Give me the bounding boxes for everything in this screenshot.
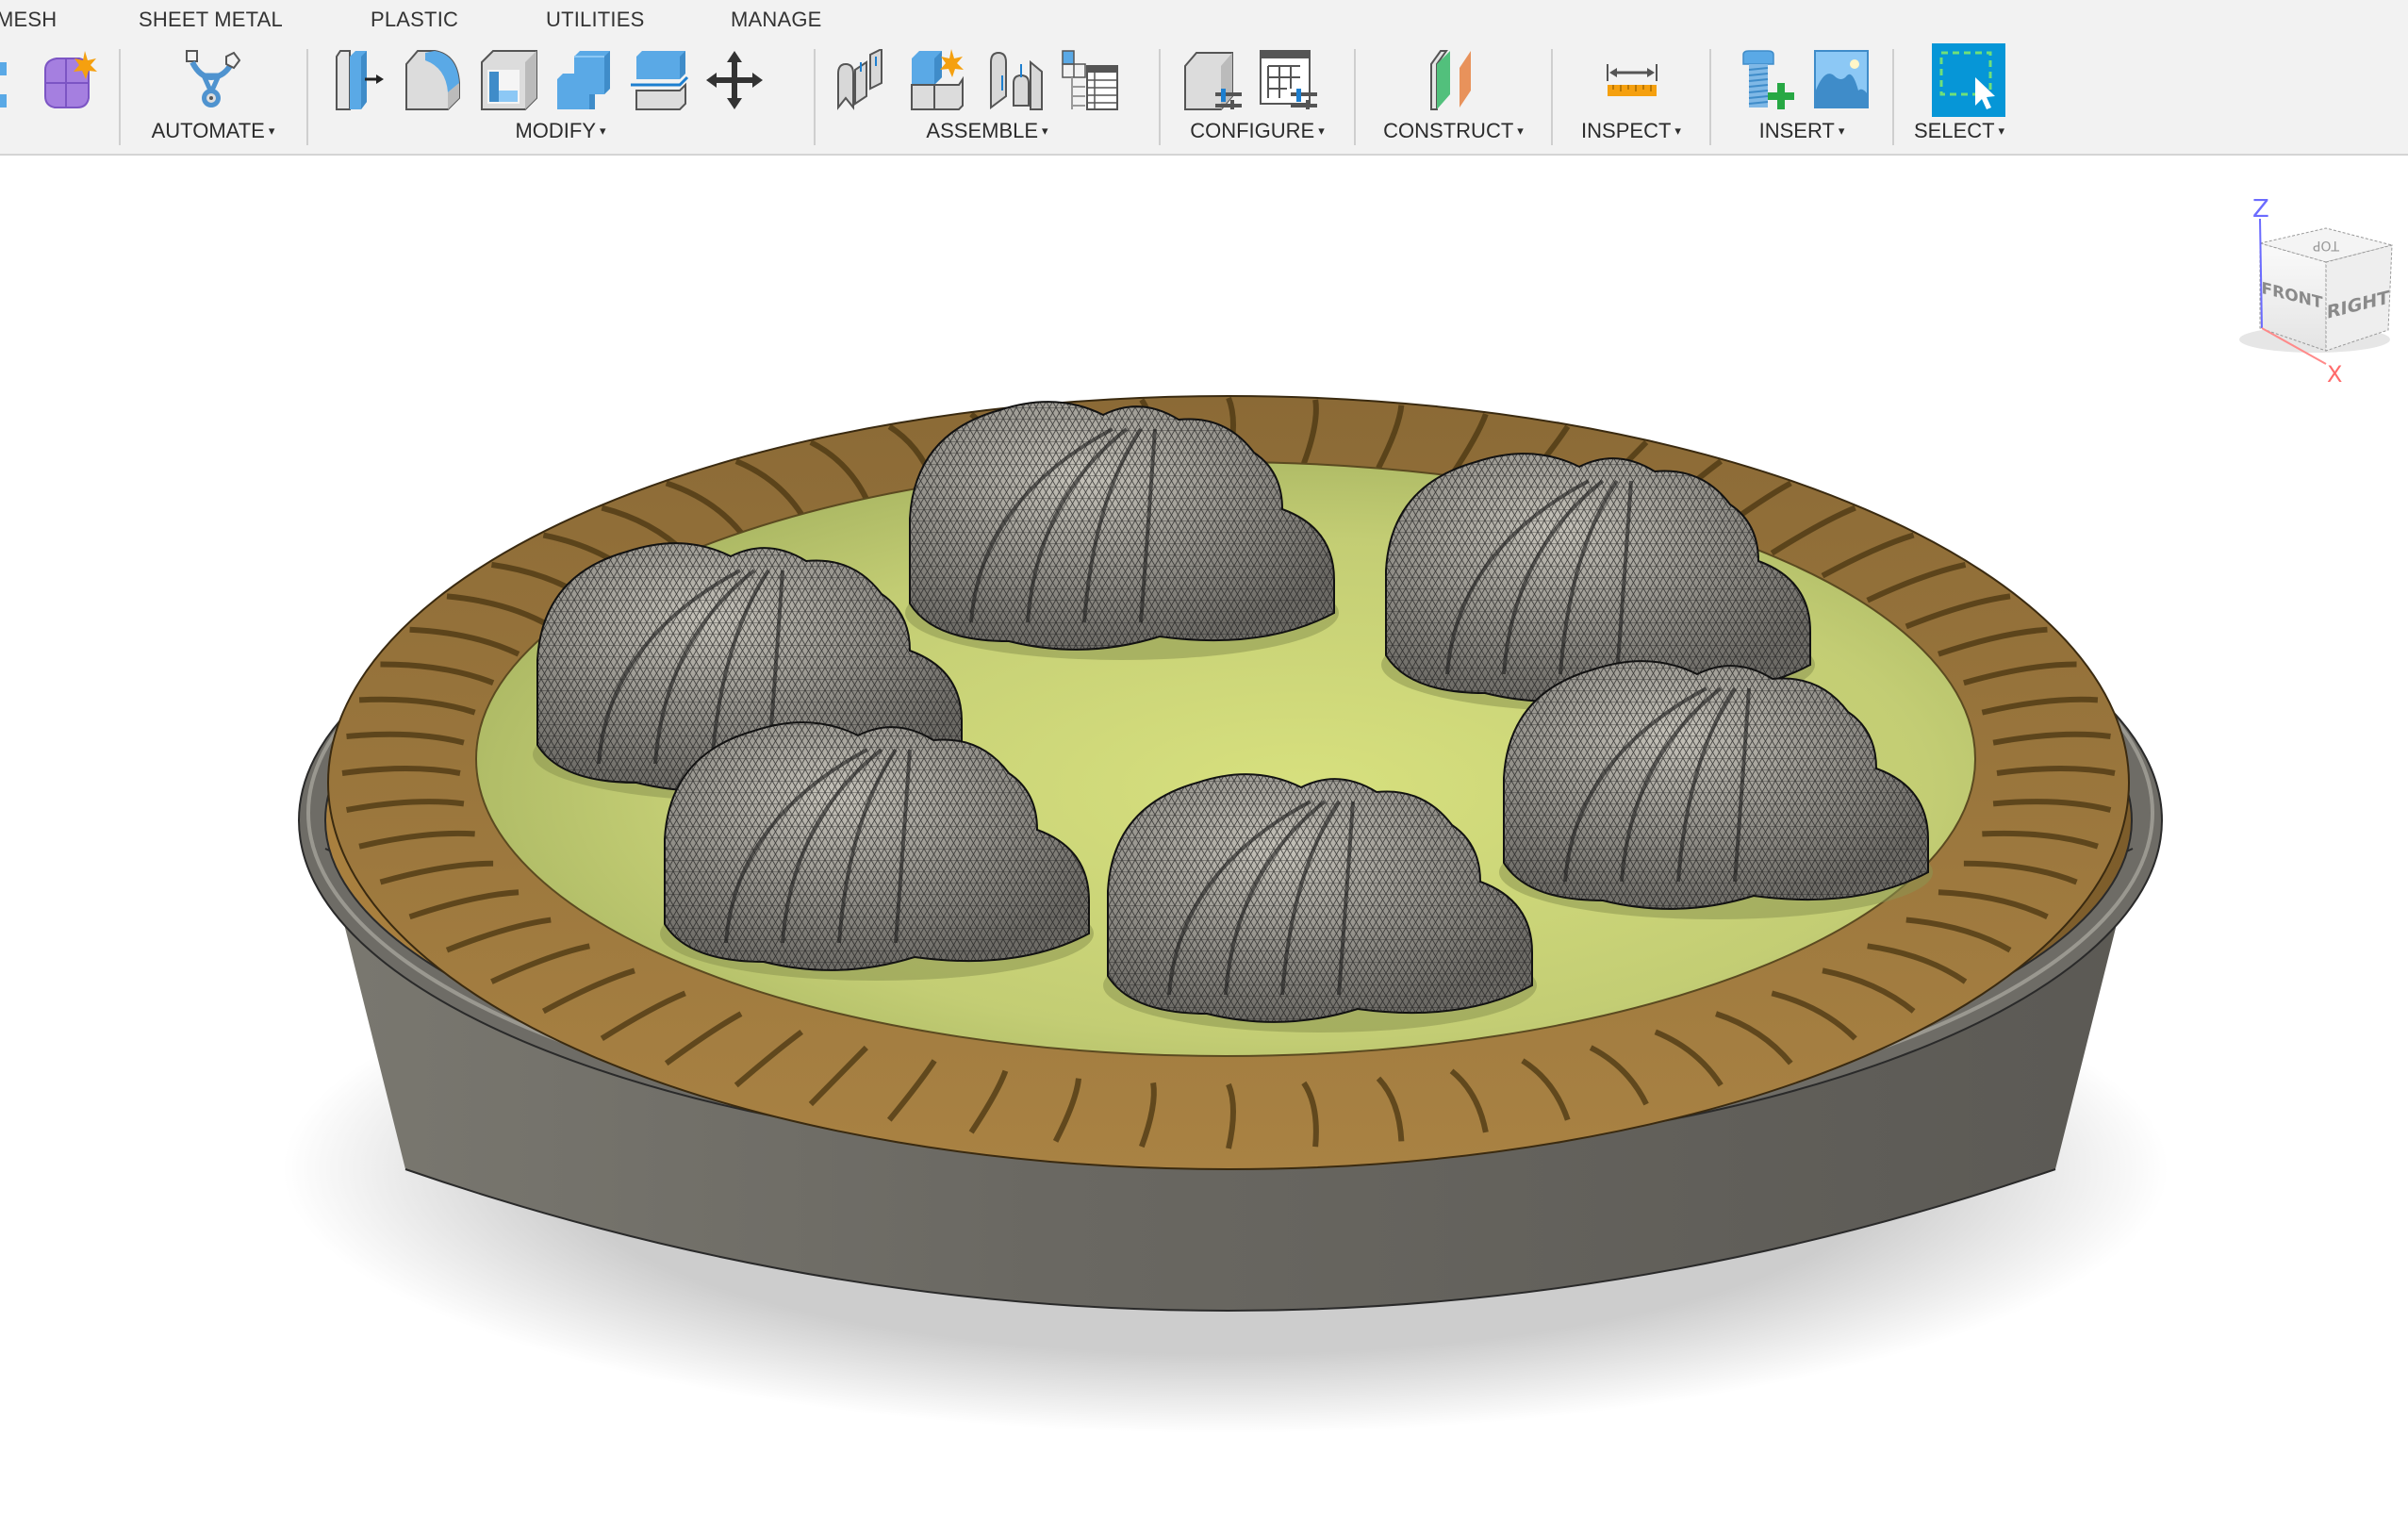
joint-table-icon[interactable] [1061,49,1121,111]
modify-menu[interactable]: MODIFY ▾ [308,119,813,143]
select-menu[interactable]: SELECT ▾ [1883,119,2036,143]
canvas-icon[interactable] [1811,49,1872,111]
ribbon-toolbar: MESH SHEET METAL PLASTIC UTILITIES MANAG… [0,0,2408,156]
group-modify: MODIFY ▾ [308,38,813,151]
select-icon[interactable] [1932,43,2005,117]
as-built-joint-icon[interactable] [985,49,1046,111]
group-select: SELECT ▾ [1894,38,2036,151]
group-create [0,38,118,151]
extrude-partial-icon[interactable] [0,49,13,111]
insert-menu[interactable]: INSERT ▾ [1711,119,1892,143]
cube-top-label: TOP [2313,238,2340,253]
group-automate: AUTOMATE ▾ [121,38,305,151]
move-icon[interactable] [704,49,765,111]
insert-fastener-icon[interactable] [1740,49,1800,111]
tab-mesh[interactable]: MESH [0,8,57,32]
joint-icon[interactable] [834,49,895,111]
z-axis-label: Z [2252,195,2269,223]
configure-menu[interactable]: CONFIGURE ▾ [1161,119,1354,143]
configuration-table-icon[interactable] [1259,49,1319,111]
combine-icon[interactable] [553,49,614,111]
automate-icon[interactable] [183,49,243,111]
tab-plastic[interactable]: PLASTIC [371,8,458,32]
group-configure: CONFIGURE ▾ [1161,38,1354,151]
create-form-icon[interactable] [38,49,98,111]
group-assemble: ASSEMBLE ▾ [816,38,1159,151]
group-inspect: INSPECT ▾ [1553,38,1709,151]
group-insert: INSERT ▾ [1711,38,1892,151]
inspect-menu[interactable]: INSPECT ▾ [1553,119,1709,143]
new-component-icon[interactable] [910,49,970,111]
automate-menu[interactable]: AUTOMATE ▾ [121,119,305,143]
model-scene[interactable] [0,156,2408,1520]
configure-model-icon[interactable] [1183,49,1244,111]
tab-utilities[interactable]: UTILITIES [546,8,645,32]
assemble-menu[interactable]: ASSEMBLE ▾ [816,119,1159,143]
tab-manage[interactable]: MANAGE [731,8,822,32]
measure-icon[interactable] [1602,49,1662,111]
tab-sheet-metal[interactable]: SHEET METAL [139,8,283,32]
offset-plane-icon[interactable] [1424,49,1484,111]
fillet-icon[interactable] [403,49,463,111]
ribbon-tabs: MESH SHEET METAL PLASTIC UTILITIES MANAG… [0,0,2408,38]
construct-menu[interactable]: CONSTRUCT ▾ [1356,119,1551,143]
x-axis-label: X [2327,361,2342,387]
shell-icon[interactable] [478,49,538,111]
view-cube[interactable]: TOP FRONT RIGHT Z X [2220,189,2400,388]
canvas-viewport[interactable]: TOP FRONT RIGHT Z X [0,156,2408,1520]
group-construct: CONSTRUCT ▾ [1356,38,1551,151]
press-pull-icon[interactable] [327,49,388,111]
offset-face-icon[interactable] [629,49,689,111]
